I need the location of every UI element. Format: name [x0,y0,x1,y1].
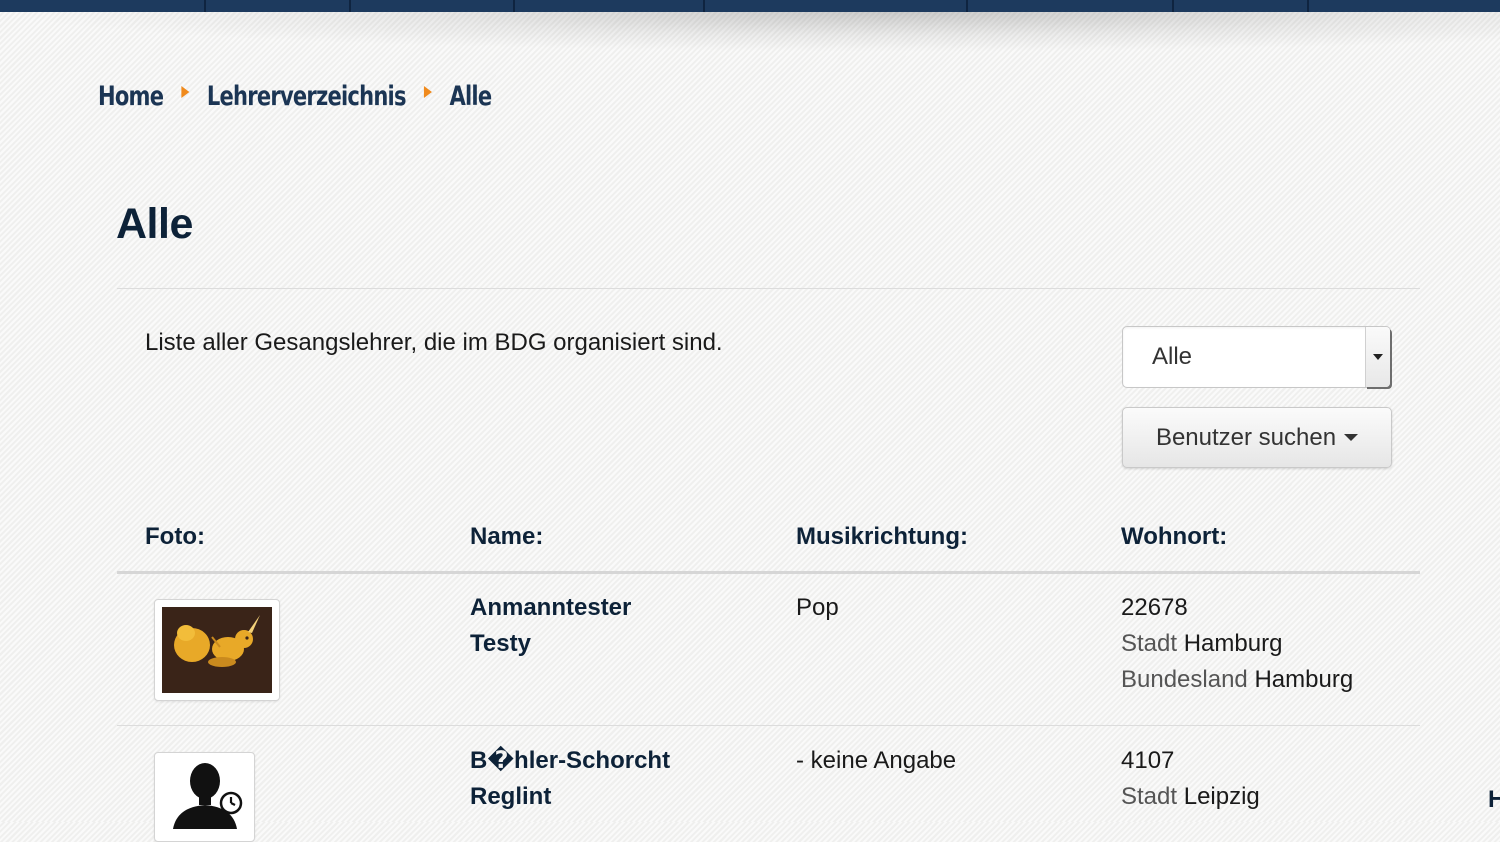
teacher-first-name[interactable]: Testy [470,626,631,662]
teacher-first-name[interactable]: Reglint [470,779,670,815]
breadcrumb: Home Lehrerverzeichnis Alle [98,76,492,116]
teacher-photo[interactable] [154,599,280,701]
city-label: Stadt [1121,630,1178,657]
teacher-name[interactable]: Anmanntester Testy [470,590,631,662]
breadcrumb-home-link[interactable]: Home [98,81,164,112]
nav-segment[interactable] [1174,0,1309,12]
header-divider [117,571,1420,574]
top-navigation-bar [0,0,1500,12]
column-header-location: Wohnort: [1121,523,1228,550]
title-divider [117,288,1420,289]
nav-segment[interactable] [515,0,705,12]
search-users-button[interactable]: Benutzer suchen [1122,407,1392,468]
teacher-city-line: Stadt Leipzig [1121,779,1260,815]
teacher-location: 4107 Stadt Leipzig [1121,743,1260,815]
column-header-genre: Musikrichtung: [796,523,968,550]
teacher-genre: - keine Angabe [796,747,957,774]
breadcrumb-separator-icon [423,86,432,98]
teacher-city-line: Stadt Hamburg [1121,626,1353,662]
city-value: Leipzig [1183,783,1260,810]
teacher-last-name[interactable]: B�hler-Schorcht [470,743,670,779]
teacher-location: 22678 Stadt Hamburg Bundesland Hamburg [1121,590,1353,698]
chevron-down-icon [1373,354,1383,360]
nav-shadow [0,12,1500,52]
user-silhouette-icon [173,763,243,829]
column-header-name: Name: [470,523,544,550]
teacher-zip: 22678 [1121,594,1188,621]
nav-segment[interactable] [351,0,515,12]
teacher-last-name[interactable]: Anmanntester [470,590,631,626]
category-select-value: Alle [1152,343,1193,370]
column-header-photo: Foto: [145,523,205,550]
breadcrumb-current: Alle [449,80,492,112]
nav-segment[interactable] [206,0,351,12]
state-value: Hamburg [1254,666,1354,693]
city-label: Stadt [1121,783,1178,810]
select-arrow[interactable] [1365,327,1390,387]
state-label: Bundesland [1121,666,1248,693]
teacher-genre: Pop [796,594,839,621]
cut-off-text: H [1488,786,1500,813]
page-title: Alle [116,200,193,248]
teacher-photo-placeholder[interactable] [154,752,255,842]
teacher-name[interactable]: B�hler-Schorcht Reglint [470,743,670,815]
city-value: Hamburg [1183,630,1283,657]
teacher-state-line: Bundesland Hamburg [1121,662,1353,698]
nav-segment[interactable] [705,0,968,12]
teacher-zip: 4107 [1121,747,1175,774]
nav-segment[interactable] [0,0,206,12]
nav-segment[interactable] [1309,0,1500,12]
category-select[interactable]: Alle [1122,326,1391,388]
intro-text: Liste aller Gesangslehrer, die im BDG or… [145,329,723,356]
caret-down-icon [1344,434,1359,441]
breadcrumb-separator-icon [181,86,190,98]
breadcrumb-directory-link[interactable]: Lehrerverzeichnis [207,81,407,112]
row-divider [117,725,1420,726]
search-users-button-label: Benutzer suchen [1155,423,1337,451]
squirrel-unicorn-image [162,607,272,693]
nav-segment[interactable] [968,0,1174,12]
